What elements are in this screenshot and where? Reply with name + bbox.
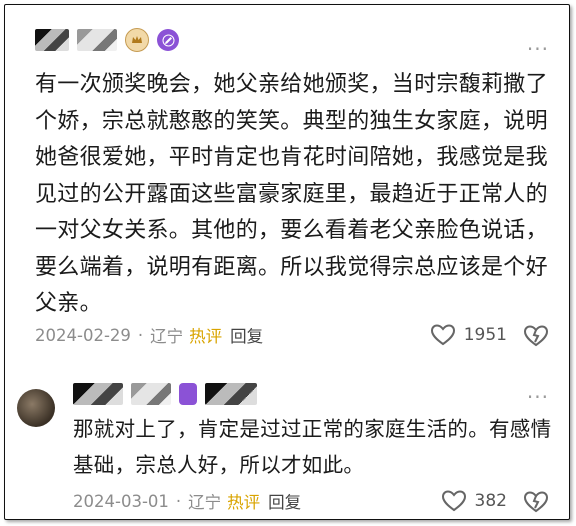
- comment-text: 有一次颁奖晚会，她父亲给她颁奖，当时宗馥莉撒了个娇，宗总就憨憨的笑笑。典型的独生…: [35, 72, 548, 316]
- comment-item: ··· 有一次颁奖晚会，她父亲给她颁奖，当时宗馥莉撒了个娇，宗总就憨憨的笑笑。典…: [5, 5, 569, 373]
- hot-comment-badge: 热评: [189, 327, 223, 346]
- comment-date: 2024-03-01: [73, 491, 169, 511]
- like-button[interactable]: 1951: [430, 323, 507, 347]
- comment-meta: 2024-03-01 · 辽宁 热评 回复: [73, 489, 301, 513]
- comment-location: 辽宁: [150, 327, 184, 346]
- username-obscured[interactable]: [131, 383, 171, 405]
- crown-badge-icon: [125, 28, 149, 52]
- username-obscured[interactable]: [205, 383, 257, 405]
- reply-button[interactable]: 回复: [230, 323, 263, 347]
- comment-location: 辽宁: [188, 493, 222, 512]
- username-obscured[interactable]: [73, 383, 123, 405]
- username-obscured[interactable]: [35, 29, 69, 51]
- comment-item: ··· 那就对上了，肯定是过过正常的家庭生活的。有感情基础，宗总人好，所以才如此…: [5, 373, 569, 521]
- like-button[interactable]: 382: [441, 489, 507, 513]
- comment-list: ··· 有一次颁奖晚会，她父亲给她颁奖，当时宗馥莉撒了个娇，宗总就憨憨的笑笑。典…: [4, 4, 570, 520]
- avatar[interactable]: [17, 389, 55, 427]
- broken-heart-icon[interactable]: [523, 323, 549, 349]
- username-obscured[interactable]: [77, 29, 117, 51]
- heart-icon: [441, 490, 466, 512]
- comment-meta: 2024-02-29 · 辽宁 热评 回复: [35, 323, 263, 347]
- reply-button[interactable]: 回复: [268, 489, 301, 513]
- like-count: 382: [474, 491, 507, 511]
- comment-header: [35, 25, 179, 55]
- comment-header: [73, 379, 257, 409]
- edit-badge-icon: [157, 29, 179, 51]
- more-dots-icon[interactable]: ···: [527, 39, 549, 59]
- broken-heart-icon[interactable]: [523, 489, 549, 515]
- comment-text: 那就对上了，肯定是过过正常的家庭生活的。有感情基础，宗总人好，所以才如此。: [73, 417, 552, 477]
- like-count: 1951: [463, 325, 507, 345]
- comment-date: 2024-02-29: [35, 325, 131, 345]
- more-dots-icon[interactable]: ···: [527, 387, 549, 407]
- hot-comment-badge: 热评: [227, 493, 261, 512]
- vip-badge-icon: [179, 383, 197, 405]
- heart-icon: [430, 324, 455, 346]
